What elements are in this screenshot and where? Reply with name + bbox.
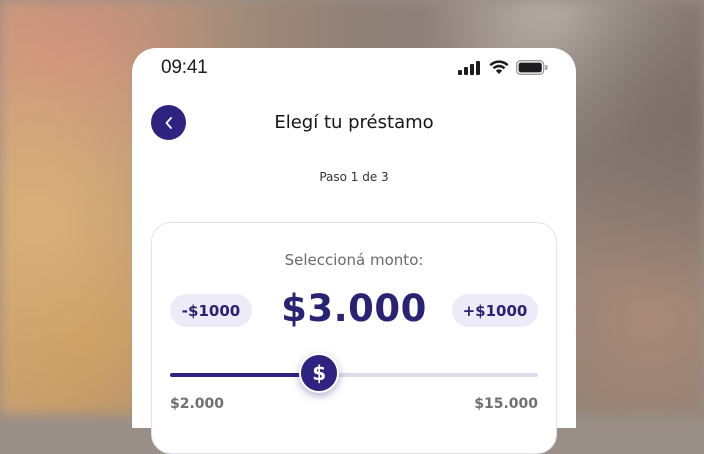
page-title: Elegí tu préstamo <box>274 112 434 133</box>
signal-icon <box>458 60 480 75</box>
amount-slider-fill <box>170 373 320 377</box>
slider-max-label: $15.000 <box>474 396 538 412</box>
amount-slider-thumb[interactable]: $ <box>299 353 340 393</box>
amount-label: Seleccioná monto: <box>284 251 424 269</box>
dollar-icon: $ <box>312 361 327 385</box>
amount-card: Seleccioná monto: -$1000 $3.000 +$1000 $… <box>151 222 557 454</box>
status-icons <box>458 60 548 75</box>
wifi-icon <box>489 60 509 74</box>
increase-amount-button[interactable]: +$1000 <box>452 294 538 327</box>
battery-icon <box>516 60 548 75</box>
phone-screen: 09:41 Elegí tu préstamo Paso 1 de 3 Sele… <box>132 48 576 454</box>
step-indicator: Paso 1 de 3 <box>319 170 389 184</box>
slider-min-label: $2.000 <box>170 396 225 412</box>
status-time: 09:41 <box>161 57 208 78</box>
amount-slider-track[interactable] <box>170 373 538 377</box>
